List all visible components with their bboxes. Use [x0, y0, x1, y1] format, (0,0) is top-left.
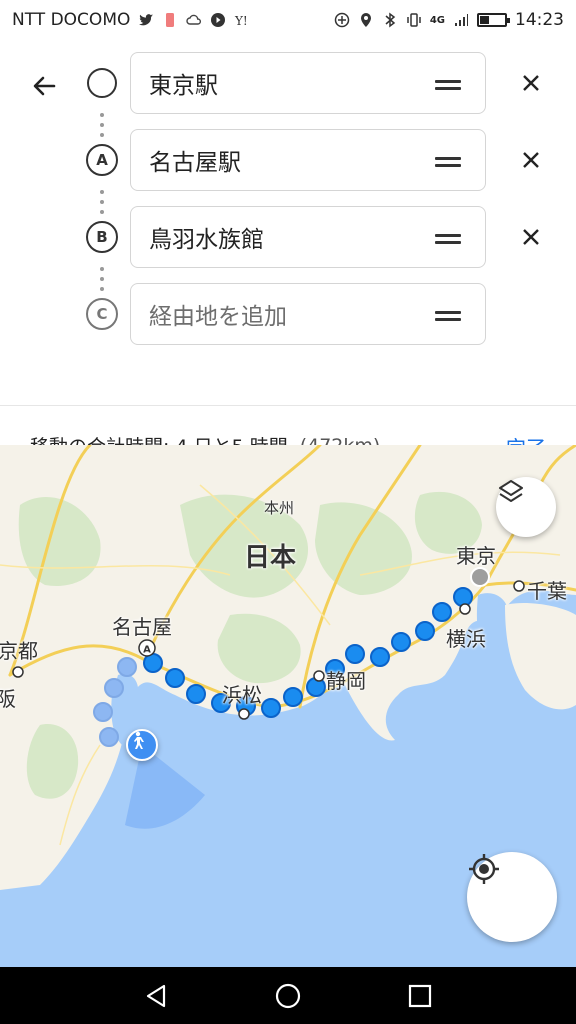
route-dot	[165, 668, 185, 688]
route-dot-faded	[117, 657, 137, 677]
route-stop-a: A 名古屋駅	[0, 129, 576, 193]
route-dot	[370, 647, 390, 667]
square-recents-icon	[408, 984, 432, 1007]
data-saver-icon	[334, 12, 350, 28]
origin-label: 東京駅	[149, 73, 218, 99]
map-label-chiba: 千葉	[527, 579, 567, 603]
origin-field[interactable]: 東京駅	[130, 52, 486, 114]
walking-person-icon[interactable]	[126, 729, 158, 761]
stop-b-marker: B	[86, 221, 118, 253]
clock: 14:23	[515, 10, 564, 30]
route-dot	[261, 698, 281, 718]
route-stop-add: C 経由地を追加	[0, 283, 576, 347]
route-dot-faded	[99, 727, 119, 747]
map-label-hamamatsu: 浜松	[222, 683, 262, 707]
drag-handle-icon[interactable]	[435, 80, 461, 90]
stop-b-label: 鳥羽水族館	[149, 227, 264, 253]
route-dot	[432, 602, 452, 622]
origin-pin	[470, 567, 490, 587]
battery-icon	[477, 13, 510, 27]
my-location-button[interactable]	[467, 852, 557, 942]
drag-handle-icon[interactable]	[435, 157, 461, 167]
add-stop-placeholder: 経由地を追加	[149, 304, 287, 330]
origin-marker-icon	[87, 68, 117, 98]
bluetooth-icon	[385, 12, 396, 28]
directions-panel: 東京駅 A 名古屋駅 B 鳥羽水族館 C 経由地を追加	[0, 40, 576, 460]
route-dot	[415, 621, 435, 641]
remove-stop-a-button[interactable]	[512, 141, 550, 179]
route-stop-origin: 東京駅	[0, 52, 576, 116]
crosshair-icon	[469, 854, 499, 884]
remove-origin-button[interactable]	[512, 64, 550, 102]
route-dot-faded	[93, 702, 113, 722]
map-label-japan: 日本	[244, 543, 297, 573]
drag-handle-icon[interactable]	[435, 311, 461, 321]
map-label-osaka: 阪	[0, 687, 16, 711]
map-label-honshu: 本州	[264, 499, 295, 517]
layers-button[interactable]	[496, 477, 556, 537]
map-label-kyoto: 京都	[0, 639, 38, 663]
carrier-name: NTT DOCOMO	[12, 10, 131, 30]
system-nav-bar	[0, 967, 576, 1024]
cloud-icon	[186, 14, 202, 25]
stop-c-marker: C	[86, 298, 118, 330]
add-stop-field[interactable]: 経由地を追加	[130, 283, 486, 345]
route-dot	[345, 644, 365, 664]
stop-a-marker: A	[86, 144, 118, 176]
route-dot-faded	[104, 678, 124, 698]
map-label-yokohama: 横浜	[446, 627, 486, 651]
stop-b-field[interactable]: 鳥羽水族館	[130, 206, 486, 268]
vibrate-icon	[407, 13, 421, 27]
signal-icon	[455, 14, 468, 26]
close-icon	[523, 75, 539, 91]
layers-icon	[499, 480, 523, 502]
route-stop-b: B 鳥羽水族館	[0, 206, 576, 270]
twitter-icon	[139, 14, 154, 26]
map-view[interactable]: A 本州 日本 東京 千葉 横浜 名古屋 京都 阪 浜松 静岡	[0, 445, 576, 967]
nav-recents-button[interactable]	[400, 976, 440, 1016]
drag-handle-icon[interactable]	[435, 234, 461, 244]
remove-stop-b-button[interactable]	[512, 218, 550, 256]
map-label-shizuoka: 静岡	[326, 669, 366, 693]
route-dot	[391, 632, 411, 652]
close-icon	[523, 229, 539, 245]
yahoo-icon: Y!	[234, 14, 248, 28]
status-bar: NTT DOCOMO Y! 4G 14:23	[0, 0, 576, 40]
phone-icon	[166, 13, 175, 27]
triangle-back-icon	[146, 984, 166, 1007]
network-type: 4G	[429, 14, 445, 26]
map-label-nagoya: 名古屋	[112, 615, 172, 639]
stop-a-field[interactable]: 名古屋駅	[130, 129, 486, 191]
location-icon	[360, 13, 371, 27]
route-dot	[186, 684, 206, 704]
svg-text:A: A	[143, 645, 151, 656]
nav-home-button[interactable]	[268, 976, 308, 1016]
close-icon	[523, 152, 539, 168]
route-dot	[453, 587, 473, 607]
svg-text:Y!: Y!	[234, 14, 248, 28]
route-dot	[283, 687, 303, 707]
stop-a-label: 名古屋駅	[149, 150, 241, 176]
nav-back-button[interactable]	[136, 976, 176, 1016]
play-icon	[211, 13, 226, 27]
map-label-tokyo: 東京	[456, 544, 496, 568]
circle-home-icon	[275, 983, 301, 1008]
